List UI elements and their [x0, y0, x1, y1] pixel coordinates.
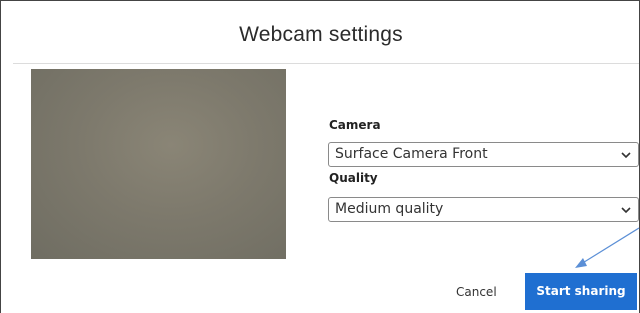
chevron-down-icon: [621, 152, 631, 159]
camera-select[interactable]: Surface Camera Front: [328, 142, 639, 167]
camera-label: Camera: [329, 118, 381, 132]
webcam-preview: [31, 69, 286, 259]
quality-select[interactable]: Medium quality: [328, 197, 639, 222]
quality-label: Quality: [329, 171, 378, 185]
webcam-settings-dialog: Webcam settings Camera Surface Camera Fr…: [0, 0, 640, 313]
chevron-down-icon: [621, 207, 631, 214]
quality-select-value: Medium quality: [335, 201, 444, 217]
cancel-button[interactable]: Cancel: [456, 285, 497, 299]
title-divider: [13, 63, 639, 64]
camera-select-value: Surface Camera Front: [335, 146, 488, 162]
arrow-annotation-icon: [575, 227, 640, 268]
dialog-title: Webcam settings: [239, 23, 403, 46]
start-sharing-button[interactable]: Start sharing: [525, 273, 637, 310]
